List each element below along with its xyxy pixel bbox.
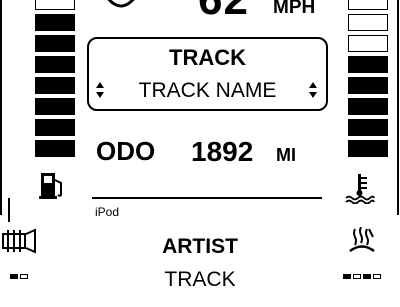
odometer-unit: MI xyxy=(276,145,296,165)
temp-gauge-segment xyxy=(348,0,388,10)
rear-defrost-level-indicator xyxy=(10,266,30,279)
dashboard-screen: 62 MPH TRACK TRACK NAME ODO 1892 MI xyxy=(0,0,400,307)
fuel-gauge-segment xyxy=(35,140,75,157)
track-selector[interactable]: TRACK TRACK NAME xyxy=(87,37,328,111)
fuel-gauge-segment xyxy=(35,14,75,31)
fuel-gauge-segment xyxy=(35,0,75,10)
indicator-on xyxy=(10,274,18,279)
rear-defrost-icon[interactable] xyxy=(2,228,38,259)
temp-gauge-segment xyxy=(348,14,388,31)
indicator-on xyxy=(343,274,351,279)
track-box-title: TRACK xyxy=(169,45,246,70)
indicator-off xyxy=(20,274,28,279)
temp-gauge-segment xyxy=(348,119,388,136)
fuel-gauge-segment xyxy=(35,77,75,94)
speed-unit: MPH xyxy=(273,0,316,18)
fuel-gauge-segment xyxy=(35,119,75,136)
front-defrost-level-indicator xyxy=(343,266,383,279)
right-edge-line xyxy=(397,0,399,215)
track-title: TRACK xyxy=(164,268,236,291)
odometer-label: ODO xyxy=(96,136,156,166)
indicator-off xyxy=(373,274,381,279)
track-name: TRACK NAME xyxy=(138,79,277,102)
temp-gauge-segment xyxy=(348,35,388,52)
front-defrost-icon[interactable] xyxy=(347,226,377,260)
left-edge-line xyxy=(0,0,2,215)
odometer-value: 1892 xyxy=(191,136,254,167)
temp-gauge-segment xyxy=(348,56,388,73)
left-edge-line-lower xyxy=(8,198,10,222)
up-down-arrows-icon[interactable] xyxy=(308,81,318,104)
coolant-temp-icon xyxy=(344,172,376,209)
temp-gauge xyxy=(343,0,393,161)
divider xyxy=(92,197,322,199)
fuel-gauge xyxy=(30,0,80,161)
temp-gauge-segment xyxy=(348,77,388,94)
temp-gauge-segment xyxy=(348,98,388,115)
fuel-pump-icon xyxy=(39,170,67,205)
temp-gauge-segment xyxy=(348,140,388,157)
speed-value: 62 xyxy=(198,0,249,22)
fuel-gauge-segment xyxy=(35,35,75,52)
fuel-gauge-segment xyxy=(35,56,75,73)
fuel-gauge-segment xyxy=(35,98,75,115)
cruise-control-icon xyxy=(103,0,139,18)
artist-name: ARTIST xyxy=(162,235,238,258)
indicator-off xyxy=(353,274,361,279)
audio-source-label: iPod xyxy=(95,205,120,219)
indicator-on xyxy=(363,274,371,279)
